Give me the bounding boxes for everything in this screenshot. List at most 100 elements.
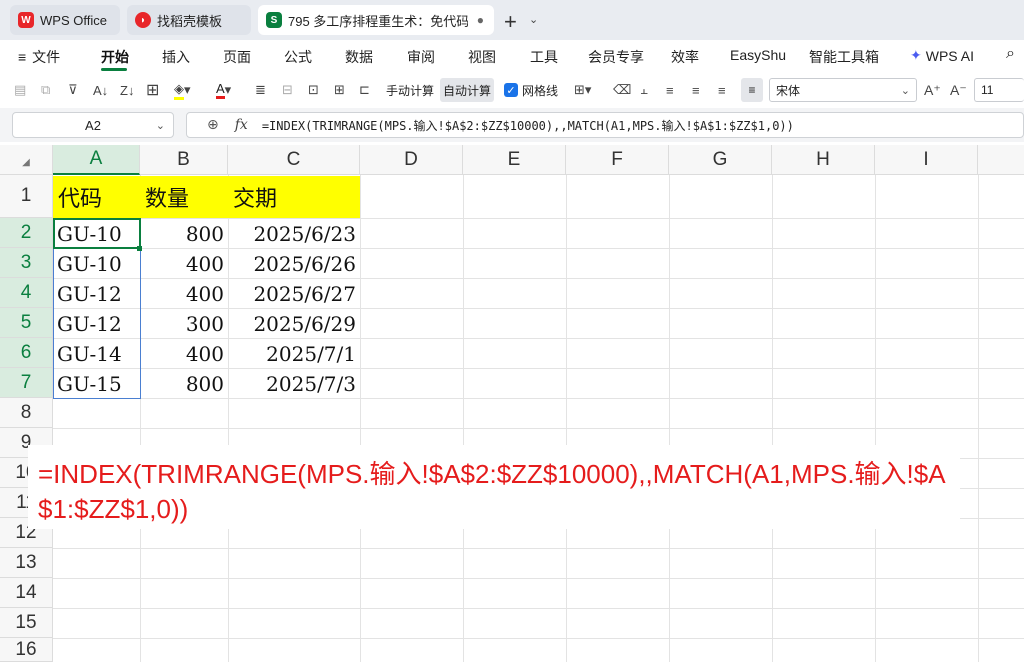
chevron-down-icon[interactable]: ⌄ (529, 13, 538, 26)
column-header-b[interactable]: B (140, 145, 228, 175)
menu-easyshu[interactable]: EasyShu (730, 47, 786, 63)
wrap-text-icon[interactable]: ≣ (255, 80, 266, 100)
freeze-icon[interactable]: ⊏ (359, 80, 370, 100)
cell-b1[interactable]: 数量 (140, 176, 228, 218)
tab-label: 795 多工序排程重生术：免代码免 (288, 13, 468, 29)
row-header-2[interactable]: 2 (0, 218, 53, 248)
active-menu-indicator (101, 68, 127, 71)
zoom-formula-icon[interactable]: ⊕ (207, 117, 219, 133)
row-header-4[interactable]: 4 (0, 278, 53, 308)
column-header-f[interactable]: F (566, 145, 669, 175)
cell-b3[interactable]: 400 (140, 249, 228, 278)
increase-font-icon[interactable]: A⁺ (924, 80, 941, 100)
column-header-d[interactable]: D (360, 145, 463, 175)
row-header-14[interactable]: 14 (0, 578, 53, 608)
manual-calc-button[interactable]: 手动计算 (383, 78, 437, 102)
menu-bar: ≡ 文件 开始 插入 页面 公式 数据 审阅 视图 工具 会员专享 效率 Easy… (0, 40, 1024, 72)
search-icon[interactable]: ⌕ (1006, 45, 1015, 63)
align-middle-icon[interactable]: ≡ (741, 78, 763, 102)
align-center-icon[interactable]: ≡ (692, 80, 700, 100)
row-header-1[interactable]: 1 (0, 175, 53, 218)
menu-home[interactable]: 开始 (101, 47, 129, 67)
name-box[interactable]: A2 ⌄ (12, 112, 174, 138)
insert-row-icon[interactable]: ⊡ (308, 80, 319, 100)
column-header-a[interactable]: A (53, 145, 140, 175)
fill-color-icon[interactable]: ◈ ▾ (174, 80, 191, 100)
column-header-h[interactable]: H (772, 145, 875, 175)
cell-b7[interactable]: 800 (140, 369, 228, 398)
cell-b2[interactable]: 800 (140, 219, 228, 248)
fill-handle[interactable] (137, 246, 142, 251)
gridline (53, 638, 1024, 639)
filter-icon[interactable]: ⊽ (68, 80, 78, 100)
fx-icon[interactable]: fx (235, 117, 248, 133)
paste-icon[interactable]: ▤ (14, 80, 26, 100)
font-color-icon[interactable]: A ▾ (216, 80, 231, 100)
column-header-e[interactable]: E (463, 145, 566, 175)
row-header-7[interactable]: 7 (0, 368, 53, 398)
sort-descending-icon[interactable]: Z↓ (120, 80, 134, 100)
align-right-icon[interactable]: ≡ (718, 80, 726, 100)
format-painter-icon[interactable]: ⧉ (41, 80, 50, 100)
row-header-6[interactable]: 6 (0, 338, 53, 368)
align-left-icon[interactable]: ≡ (666, 80, 674, 100)
cell-c2[interactable]: 2025/6/23 (228, 219, 360, 248)
formula-input[interactable]: ⊕ fx =INDEX(TRIMRANGE(MPS.输入!$A$2:$ZZ$10… (186, 112, 1024, 138)
font-name-select[interactable]: 宋体 ⌄ (769, 78, 917, 102)
cell-c5[interactable]: 2025/6/29 (228, 309, 360, 338)
menu-review[interactable]: 审阅 (407, 47, 435, 67)
cell-b5[interactable]: 300 (140, 309, 228, 338)
insert-column-icon[interactable]: ⊞ (334, 80, 345, 100)
tab-active-spreadsheet[interactable]: S 795 多工序排程重生术：免代码免 ● (258, 5, 494, 35)
cell-c3[interactable]: 2025/6/26 (228, 249, 360, 278)
spreadsheet-grid[interactable]: ◢ A B C D E F G H I 1 2 3 4 5 6 7 8 9 10… (0, 145, 1024, 662)
row-header-15[interactable]: 15 (0, 608, 53, 638)
menu-efficiency[interactable]: 效率 (671, 47, 699, 67)
menu-page[interactable]: 页面 (223, 47, 251, 67)
row-header-13[interactable]: 13 (0, 548, 53, 578)
menu-data[interactable]: 数据 (345, 47, 373, 67)
gridline (53, 428, 1024, 429)
tab-wps-office[interactable]: W WPS Office (10, 5, 120, 35)
new-tab-plus-icon[interactable]: + (504, 9, 517, 35)
select-all-corner[interactable]: ◢ (0, 145, 53, 175)
cell-c7[interactable]: 2025/7/3 (228, 369, 360, 398)
formula-annotation: =INDEX(TRIMRANGE(MPS.输入!$A$2:$ZZ$10000),… (28, 445, 960, 529)
row-header-3[interactable]: 3 (0, 248, 53, 278)
menu-file[interactable]: ≡ 文件 (18, 47, 60, 67)
tab-dot-icon[interactable]: ● (477, 13, 484, 27)
cell-b4[interactable]: 400 (140, 279, 228, 308)
gridlines-checkbox[interactable]: ✓ 网格线 (501, 78, 561, 102)
tab-docer[interactable]: ◗ 找稻壳模板 (127, 5, 251, 35)
auto-calc-button[interactable]: 自动计算 (440, 78, 495, 102)
cell-b6[interactable]: 400 (140, 339, 228, 368)
decrease-font-icon[interactable]: A⁻ (950, 80, 967, 100)
row-header-8[interactable]: 8 (0, 398, 53, 428)
wps-logo-icon: W (18, 12, 34, 28)
font-size-select[interactable]: 11 (974, 78, 1024, 102)
clear-format-icon[interactable]: ⌫ (613, 80, 631, 100)
column-header-i[interactable]: I (875, 145, 978, 175)
menu-tools[interactable]: 工具 (530, 47, 558, 67)
cell-c6[interactable]: 2025/7/1 (228, 339, 360, 368)
row-header-16[interactable]: 16 (0, 638, 53, 662)
menu-formula[interactable]: 公式 (284, 47, 312, 67)
menu-view[interactable]: 视图 (468, 47, 496, 67)
sort-ascending-icon[interactable]: A↓ (93, 80, 108, 100)
align-top-icon[interactable]: ⫠ (640, 80, 648, 100)
menu-wps-ai[interactable]: ✦ WPS AI (910, 47, 974, 64)
column-header-j[interactable] (978, 145, 1024, 175)
menu-smart-toolbox[interactable]: 智能工具箱 (809, 47, 879, 67)
borders-icon[interactable]: ⊞ (146, 80, 159, 100)
cell-a1[interactable]: 代码 (53, 176, 140, 218)
merge-icon[interactable]: ⊟ (282, 80, 293, 100)
menu-insert[interactable]: 插入 (162, 47, 190, 67)
column-header-c[interactable]: C (228, 145, 360, 175)
column-header-g[interactable]: G (669, 145, 772, 175)
cell-c1[interactable]: 交期 (228, 176, 360, 218)
tab-label: 找稻壳模板 (157, 13, 223, 29)
table-style-icon[interactable]: ⊞▾ (574, 80, 591, 100)
menu-membership[interactable]: 会员专享 (588, 47, 644, 67)
cell-c4[interactable]: 2025/6/27 (228, 279, 360, 308)
row-header-5[interactable]: 5 (0, 308, 53, 338)
